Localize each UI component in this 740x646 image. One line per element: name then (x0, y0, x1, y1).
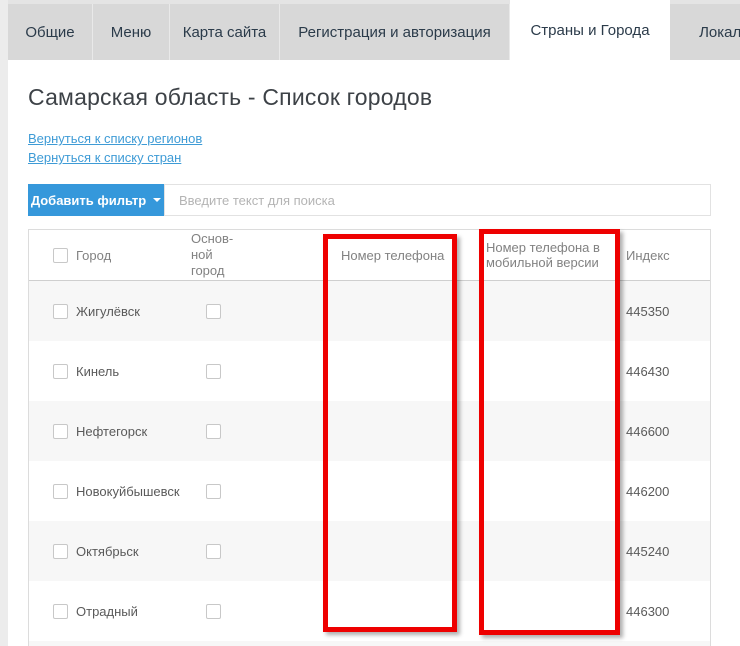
tab-label: Общие (25, 24, 74, 41)
table-row: Кинель 446430 (29, 341, 710, 401)
index-cell: 446430 (616, 364, 706, 379)
tab-label: Меню (111, 24, 152, 41)
column-header-index: Индекс (616, 248, 706, 263)
column-header-phone: Номер телефона (319, 248, 466, 263)
table-row: Октябрьск 445240 (29, 521, 710, 581)
tab-label: Страны и Города (530, 22, 649, 39)
city-cell: Нефтегорск (74, 424, 189, 439)
row-select-checkbox[interactable] (53, 544, 68, 559)
index-cell: 446200 (616, 484, 706, 499)
city-cell: Отрадный (74, 604, 189, 619)
main-city-checkbox[interactable] (206, 604, 221, 619)
select-all-checkbox[interactable] (53, 248, 68, 263)
table-row: Жигулёвск 445350 (29, 281, 710, 341)
table-row: Отрадный 446300 (29, 581, 710, 641)
table-row: Нефтегорск 446600 (29, 401, 710, 461)
city-cell: Жигулёвск (74, 304, 189, 319)
tab-general[interactable]: Общие (8, 4, 93, 60)
add-filter-label: Добавить фильтр (31, 193, 146, 208)
index-cell: 446300 (616, 604, 706, 619)
row-select-checkbox[interactable] (53, 364, 68, 379)
main-city-checkbox[interactable] (206, 304, 221, 319)
filter-toolbar: Добавить фильтр (28, 184, 711, 216)
column-header-city: Город (74, 248, 189, 263)
row-select-checkbox[interactable] (53, 304, 68, 319)
main-city-checkbox[interactable] (206, 544, 221, 559)
city-cell: Кинель (74, 364, 189, 379)
cities-table: Город Основ-ной город Номер телефона Ном… (28, 229, 711, 646)
city-cell: Октябрьск (74, 544, 189, 559)
tab-label: Карта сайта (183, 24, 267, 41)
page-title: Самарская область - Список городов (28, 84, 711, 111)
tab-label: Локализация (699, 24, 740, 41)
main-city-checkbox[interactable] (206, 364, 221, 379)
index-cell: 445240 (616, 544, 706, 559)
column-header-phone-mobile: Номер телефона в мобильной версии (466, 240, 616, 270)
back-to-regions-link[interactable]: Вернуться к списку регионов (28, 129, 711, 148)
tab-localization[interactable]: Локализация (670, 4, 740, 60)
city-cell: Новокуйбышевск (74, 484, 189, 499)
tab-countries-cities[interactable]: Страны и Города (510, 0, 670, 60)
settings-tabbar: Общие Меню Карта сайта Регистрация и авт… (8, 0, 740, 60)
window-left-edge (0, 0, 8, 646)
tab-label: Регистрация и авторизация (298, 24, 490, 41)
main-city-checkbox[interactable] (206, 484, 221, 499)
tab-menu[interactable]: Меню (93, 4, 170, 60)
column-header-main-city-label: Основ-ной город (191, 231, 245, 279)
table-row-partial (29, 641, 710, 646)
back-links: Вернуться к списку регионов Вернуться к … (28, 129, 711, 167)
main-city-checkbox[interactable] (206, 424, 221, 439)
table-header-row: Город Основ-ной город Номер телефона Ном… (29, 230, 710, 281)
row-select-checkbox[interactable] (53, 424, 68, 439)
index-cell: 446600 (616, 424, 706, 439)
content-area: Самарская область - Список городов Верну… (28, 60, 711, 646)
row-select-checkbox[interactable] (53, 484, 68, 499)
search-input[interactable] (164, 184, 711, 216)
back-to-countries-link[interactable]: Вернуться к списку стран (28, 148, 711, 167)
column-header-main-city: Основ-ной город (189, 231, 319, 279)
tab-sitemap[interactable]: Карта сайта (170, 4, 280, 60)
index-cell: 445350 (616, 304, 706, 319)
add-filter-button[interactable]: Добавить фильтр (28, 184, 164, 216)
tab-registration-auth[interactable]: Регистрация и авторизация (280, 4, 510, 60)
caret-down-icon (153, 198, 161, 202)
row-select-checkbox[interactable] (53, 604, 68, 619)
table-row: Новокуйбышевск 446200 (29, 461, 710, 521)
